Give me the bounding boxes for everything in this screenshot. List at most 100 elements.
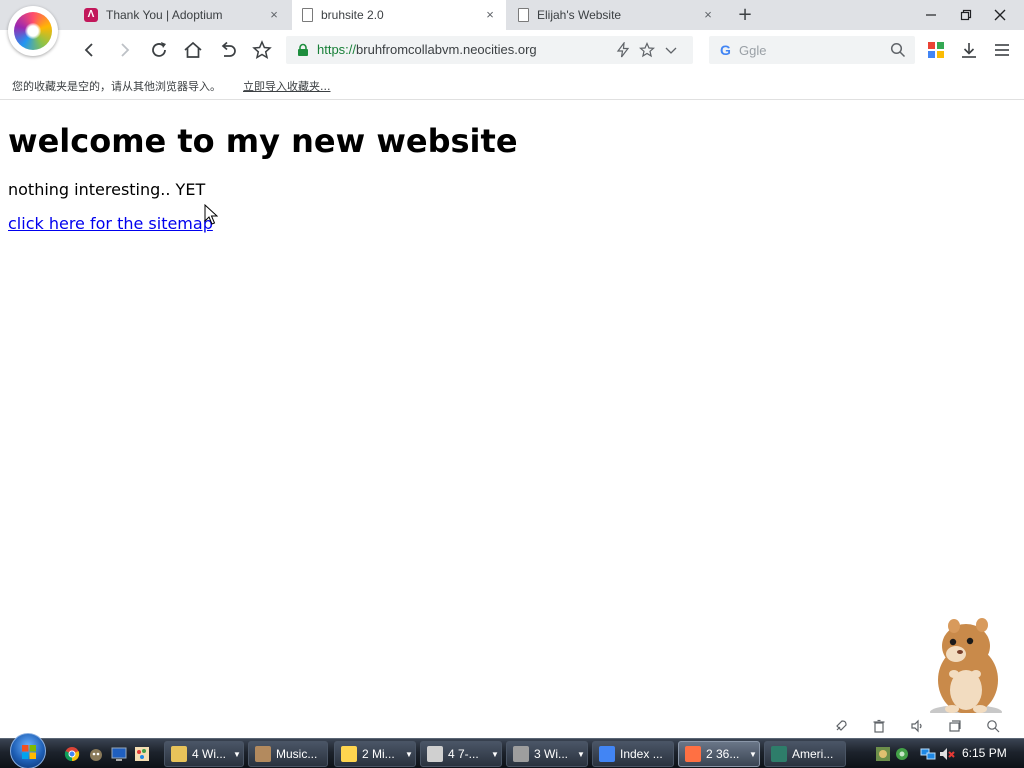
tray-app-icon[interactable] — [875, 746, 891, 762]
chevron-down-icon[interactable] — [663, 42, 679, 58]
window-icon[interactable] — [948, 719, 962, 733]
google-icon: G — [720, 42, 731, 58]
taskbar-item-label: 4 7-... — [448, 747, 479, 761]
taskbar-item-music[interactable]: Music... — [248, 741, 328, 767]
taskbar-item-help[interactable]: 2 Mi... ▼ — [334, 741, 416, 767]
start-button[interactable] — [10, 733, 46, 768]
taskbar-item-browser[interactable]: 2 36... ▼ — [678, 741, 760, 767]
zoom-icon[interactable] — [986, 719, 1000, 733]
reload-button[interactable] — [147, 38, 171, 62]
taskbar-item-label: Music... — [276, 747, 318, 761]
search-icon[interactable] — [890, 42, 906, 58]
page-icon — [302, 8, 313, 22]
new-tab-button[interactable]: + — [734, 5, 756, 25]
restore-button[interactable] — [951, 4, 981, 26]
mouse-cursor-icon — [204, 204, 218, 225]
paint-quicklaunch-icon[interactable] — [134, 746, 150, 762]
rocket-icon[interactable] — [834, 719, 848, 733]
url-protocol: https:// — [317, 42, 357, 57]
tray-network-app-icon[interactable] — [894, 746, 910, 762]
bookmarks-bar: 您的收藏夹是空的，请从其他浏览器导入。 立即导入收藏夹... — [0, 70, 1024, 100]
import-bookmarks-link[interactable]: 立即导入收藏夹... — [243, 78, 331, 94]
home-icon — [184, 41, 202, 58]
taskbar-item-console[interactable]: 3 Wi... ▼ — [506, 741, 588, 767]
page-paragraph: nothing interesting.. YET — [8, 180, 206, 199]
computer-quicklaunch-icon[interactable] — [111, 746, 127, 762]
help-icon — [341, 746, 357, 762]
restore-icon — [960, 9, 972, 21]
url-host: bruhfromcollabvm.neocities.org — [356, 42, 537, 57]
console-icon — [513, 746, 529, 762]
undo-icon — [221, 41, 236, 57]
windows-logo-icon — [22, 745, 36, 759]
tab-elijah[interactable]: Elijah's Website × — [508, 0, 724, 30]
folder-icon — [171, 746, 187, 762]
network-icon[interactable] — [920, 746, 936, 762]
chevron-down-icon[interactable]: ▼ — [231, 750, 243, 759]
tab-strip: Λ Thank You | Adoptium × bruhsite 2.0 × … — [0, 0, 1024, 30]
tab-bruhsite[interactable]: bruhsite 2.0 × — [292, 0, 506, 30]
home-button[interactable] — [181, 38, 205, 62]
chrome-quicklaunch-icon[interactable] — [64, 746, 80, 762]
taskbar-item-explorer[interactable]: 4 Wi... ▼ — [164, 741, 244, 767]
tab-title: Thank You | Adoptium — [106, 8, 223, 22]
apps-grid-icon — [928, 42, 944, 58]
back-button[interactable] — [78, 38, 102, 62]
taskbar-item-label: Index ... — [620, 747, 663, 761]
hamburger-menu-icon — [995, 44, 1009, 56]
taskbar: 4 Wi... ▼ Music... 2 Mi... ▼ 4 7-... ▼ 3… — [0, 733, 1024, 768]
arrow-right-icon — [121, 43, 130, 57]
chevron-down-icon[interactable]: ▼ — [403, 750, 415, 759]
gimp-quicklaunch-icon[interactable] — [88, 746, 104, 762]
browser-logo[interactable] — [8, 6, 58, 56]
close-icon[interactable]: × — [266, 7, 282, 23]
close-window-button[interactable] — [985, 4, 1015, 26]
taskbar-item-chrome[interactable]: Index ... — [592, 741, 674, 767]
close-icon — [994, 9, 1006, 21]
music-app-icon — [255, 746, 271, 762]
browser-logo-core — [25, 23, 41, 39]
archive-icon — [427, 746, 443, 762]
url-text[interactable]: https://bruhfromcollabvm.neocities.org — [317, 42, 537, 57]
taskbar-clock[interactable]: 6:15 PM — [962, 746, 1007, 760]
tab-title: Elijah's Website — [537, 8, 622, 22]
minimize-button[interactable] — [916, 4, 946, 26]
chevron-down-icon[interactable]: ▼ — [747, 750, 759, 759]
download-button[interactable] — [957, 38, 981, 62]
forward-button[interactable] — [112, 38, 136, 62]
menu-button[interactable] — [990, 38, 1014, 62]
page-icon — [518, 8, 529, 22]
download-icon — [962, 43, 976, 58]
search-box[interactable]: G — [709, 36, 915, 64]
search-input[interactable] — [739, 40, 889, 60]
sitemap-link[interactable]: click here for the sitemap — [8, 214, 213, 233]
speaker-icon[interactable] — [910, 719, 924, 733]
taskbar-item-label: 2 Mi... — [362, 747, 395, 761]
taskbar-item-7zip[interactable]: 4 7-... ▼ — [420, 741, 502, 767]
close-icon[interactable]: × — [482, 7, 498, 23]
tab-adoptium[interactable]: Λ Thank You | Adoptium × — [74, 0, 290, 30]
browser-app-icon — [685, 746, 701, 762]
hamster-pet-icon[interactable] — [920, 612, 1010, 722]
close-icon[interactable]: × — [700, 7, 716, 23]
apps-button[interactable] — [924, 38, 948, 62]
address-bar[interactable]: https://bruhfromcollabvm.neocities.org — [286, 36, 693, 64]
chevron-down-icon[interactable]: ▼ — [575, 750, 587, 759]
undo-close-button[interactable] — [216, 38, 240, 62]
page-heading: welcome to my new website — [8, 122, 518, 160]
tab-title: bruhsite 2.0 — [321, 8, 384, 22]
minimize-icon — [926, 14, 936, 16]
reload-icon — [152, 42, 166, 57]
favorite-star-icon[interactable] — [639, 42, 655, 58]
taskbar-item-ameri[interactable]: Ameri... — [764, 741, 846, 767]
trash-icon[interactable] — [872, 719, 886, 733]
volume-muted-icon[interactable] — [939, 746, 955, 762]
page-viewport: welcome to my new website nothing intere… — [0, 101, 1024, 713]
chevron-down-icon[interactable]: ▼ — [489, 750, 501, 759]
taskbar-item-label: 4 Wi... — [192, 747, 227, 761]
lightning-icon[interactable] — [615, 42, 631, 58]
bookmark-star-button[interactable] — [250, 38, 274, 62]
lock-icon — [298, 43, 308, 56]
taskbar-item-label: 3 Wi... — [534, 747, 569, 761]
chrome-icon — [599, 746, 615, 762]
